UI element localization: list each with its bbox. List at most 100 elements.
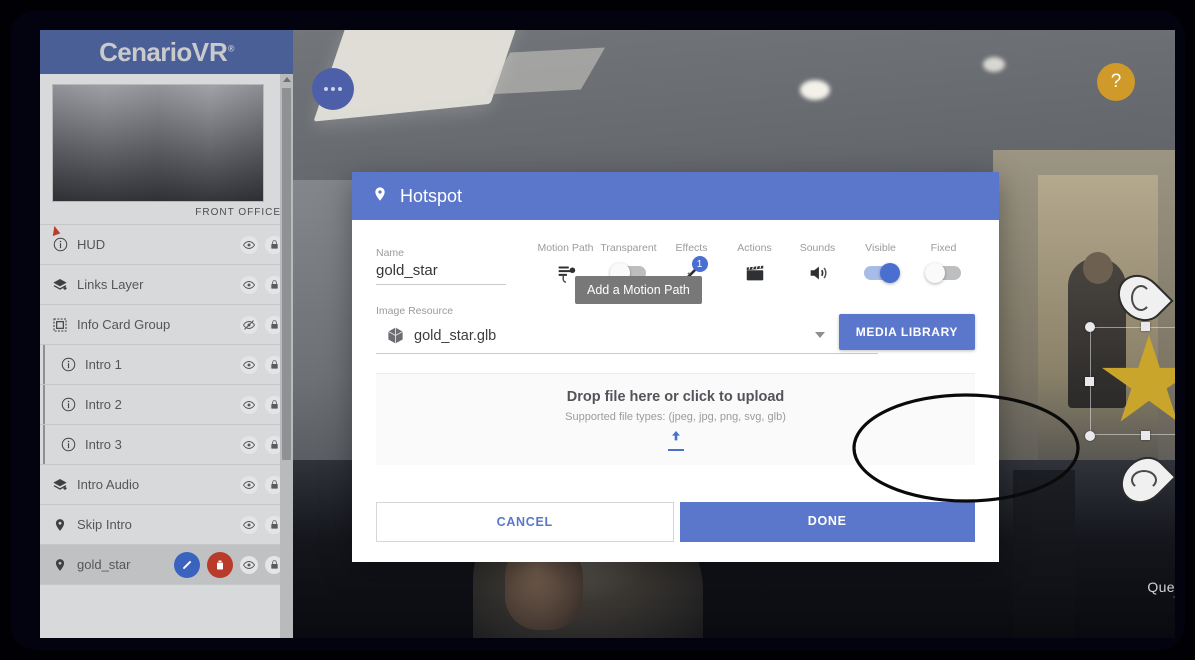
hotspot-dialog: Hotspot Name gold_star Motion Path Trans… (352, 172, 1080, 562)
dialog-title: Hotspot (400, 185, 463, 206)
visible-control[interactable]: Visible (849, 242, 912, 285)
chevron-down-icon[interactable] (815, 332, 825, 338)
row-actions (240, 355, 283, 374)
dialog-footer: CANCEL DONE (376, 502, 975, 542)
file-dropzone[interactable]: Drop file here or click to upload Suppor… (376, 373, 975, 465)
sidebar-item-label: Intro 3 (85, 437, 122, 452)
gold-star-object[interactable] (1085, 313, 1175, 443)
sidebar-item-label: Info Card Group (77, 317, 171, 332)
eye-icon[interactable] (240, 355, 258, 374)
edit-layer-button[interactable] (174, 551, 200, 578)
scene-thumbnail-panel[interactable] (40, 74, 293, 202)
media-library-button[interactable]: MEDIA LIBRARY (838, 314, 975, 350)
fixed-control[interactable]: Fixed (912, 242, 975, 285)
sidebar-scrollbar[interactable] (280, 74, 293, 638)
dialog-header: Hotspot (352, 172, 999, 220)
sidebar-item-intro-2[interactable]: Intro 2 (40, 385, 293, 425)
resize-handle-bottom-left[interactable] (1085, 431, 1095, 441)
sidebar-item-skip-intro[interactable]: Skip Intro (40, 505, 293, 545)
ceiling-spot-light (800, 80, 830, 100)
visible-toggle[interactable] (863, 263, 900, 283)
row-actions (174, 551, 283, 578)
sidebar-item-intro-1[interactable]: Intro 1 (40, 345, 293, 385)
clapperboard-icon[interactable] (744, 261, 766, 285)
sidebar-item-intro-audio[interactable]: Intro Audio (40, 465, 293, 505)
sidebar-item-gold-star[interactable]: gold_star (40, 545, 293, 585)
resize-handle-left[interactable] (1085, 377, 1094, 386)
cancel-button[interactable]: CANCEL (376, 502, 674, 542)
upload-icon[interactable] (667, 429, 684, 451)
toggle-knob (879, 263, 900, 283)
logo-name: Cenario (99, 36, 192, 67)
effects-count-badge: 1 (691, 256, 708, 272)
info-circle-icon (50, 235, 70, 255)
row-actions (240, 315, 283, 334)
cenariovr-app: Que CenarioVR® FRONT OFFICE HUD Links La… (40, 30, 1175, 638)
eye-off-icon[interactable] (240, 315, 258, 334)
sidebar-item-intro-3[interactable]: Intro 3 (40, 425, 293, 465)
resize-handle-top-left[interactable] (1085, 322, 1095, 332)
eye-icon[interactable] (240, 435, 258, 454)
sidebar-item-label: gold_star (77, 557, 131, 572)
sidebar-item-label: Links Layer (77, 277, 144, 292)
upload-icon-bar (667, 448, 684, 451)
name-input[interactable]: gold_star (376, 262, 506, 284)
name-field-group: Name gold_star (376, 247, 506, 285)
sidebar-item-info-card-group[interactable]: Info Card Group (40, 305, 293, 345)
dialog-body: Name gold_star Motion Path Transparent E… (352, 220, 999, 465)
info-circle-icon (58, 435, 78, 455)
scene-edge-label: Que (1147, 579, 1175, 595)
motion-path-icon[interactable] (555, 261, 577, 285)
scene-thumbnail-image (52, 84, 264, 202)
layers-plus-icon (50, 275, 70, 295)
info-circle-icon (58, 395, 78, 415)
eye-icon[interactable] (240, 275, 258, 294)
more-options-button[interactable] (312, 68, 354, 110)
eye-icon[interactable] (240, 515, 258, 534)
map-pin-icon (372, 186, 388, 207)
row-actions (240, 395, 283, 414)
logo-suffix: VR (191, 36, 228, 67)
control-label: Actions (737, 242, 772, 254)
eye-icon[interactable] (240, 555, 258, 574)
control-label: Transparent (600, 242, 657, 254)
scroll-up-arrow-icon[interactable] (282, 77, 291, 82)
name-input-underline (376, 284, 506, 285)
resize-handle-top[interactable] (1141, 322, 1150, 331)
control-label: Motion Path (537, 242, 594, 254)
screenshot-frame: Que CenarioVR® FRONT OFFICE HUD Links La… (0, 0, 1195, 660)
row-actions (240, 475, 283, 494)
row-actions (240, 435, 283, 454)
map-pin-icon (50, 555, 70, 575)
scene-pillar (1013, 470, 1075, 638)
info-circle-icon (58, 355, 78, 375)
speaker-icon[interactable] (807, 261, 829, 285)
logo-trademark: ® (227, 42, 235, 53)
help-button[interactable]: ? (1097, 63, 1135, 101)
visible-toggle-wrap (863, 261, 900, 285)
sidebar-item-links-layer[interactable]: Links Layer (40, 265, 293, 305)
sidebar-item-hud[interactable]: HUD (40, 224, 293, 265)
cube-icon (376, 326, 414, 345)
sidebar-item-label: Intro 1 (85, 357, 122, 372)
scene-thumbnail-label: FRONT OFFICE (195, 207, 281, 218)
resize-handle-bottom[interactable] (1141, 431, 1150, 440)
actions-control[interactable]: Actions (723, 242, 786, 285)
dot (331, 87, 335, 91)
toggle-knob (924, 263, 945, 283)
image-resource-group: Image Resource gold_star.glb MEDIA LIBRA… (376, 305, 975, 354)
layer-list: HUD Links Layer Info Card Group Intro 1 … (40, 224, 293, 585)
sounds-control[interactable]: Sounds (786, 242, 849, 285)
dropzone-title: Drop file here or click to upload (566, 388, 785, 405)
eye-icon[interactable] (240, 235, 258, 254)
fixed-toggle[interactable] (924, 263, 961, 283)
sidebar-item-label: Intro Audio (77, 477, 140, 492)
sidebar-item-label: Skip Intro (77, 517, 132, 532)
done-button[interactable]: DONE (679, 502, 975, 542)
map-pin-icon (50, 515, 70, 535)
eye-icon[interactable] (240, 395, 258, 414)
scrollbar-thumb[interactable] (282, 88, 291, 460)
eye-icon[interactable] (240, 475, 258, 494)
fixed-toggle-wrap (924, 261, 961, 285)
delete-layer-button[interactable] (207, 551, 233, 578)
